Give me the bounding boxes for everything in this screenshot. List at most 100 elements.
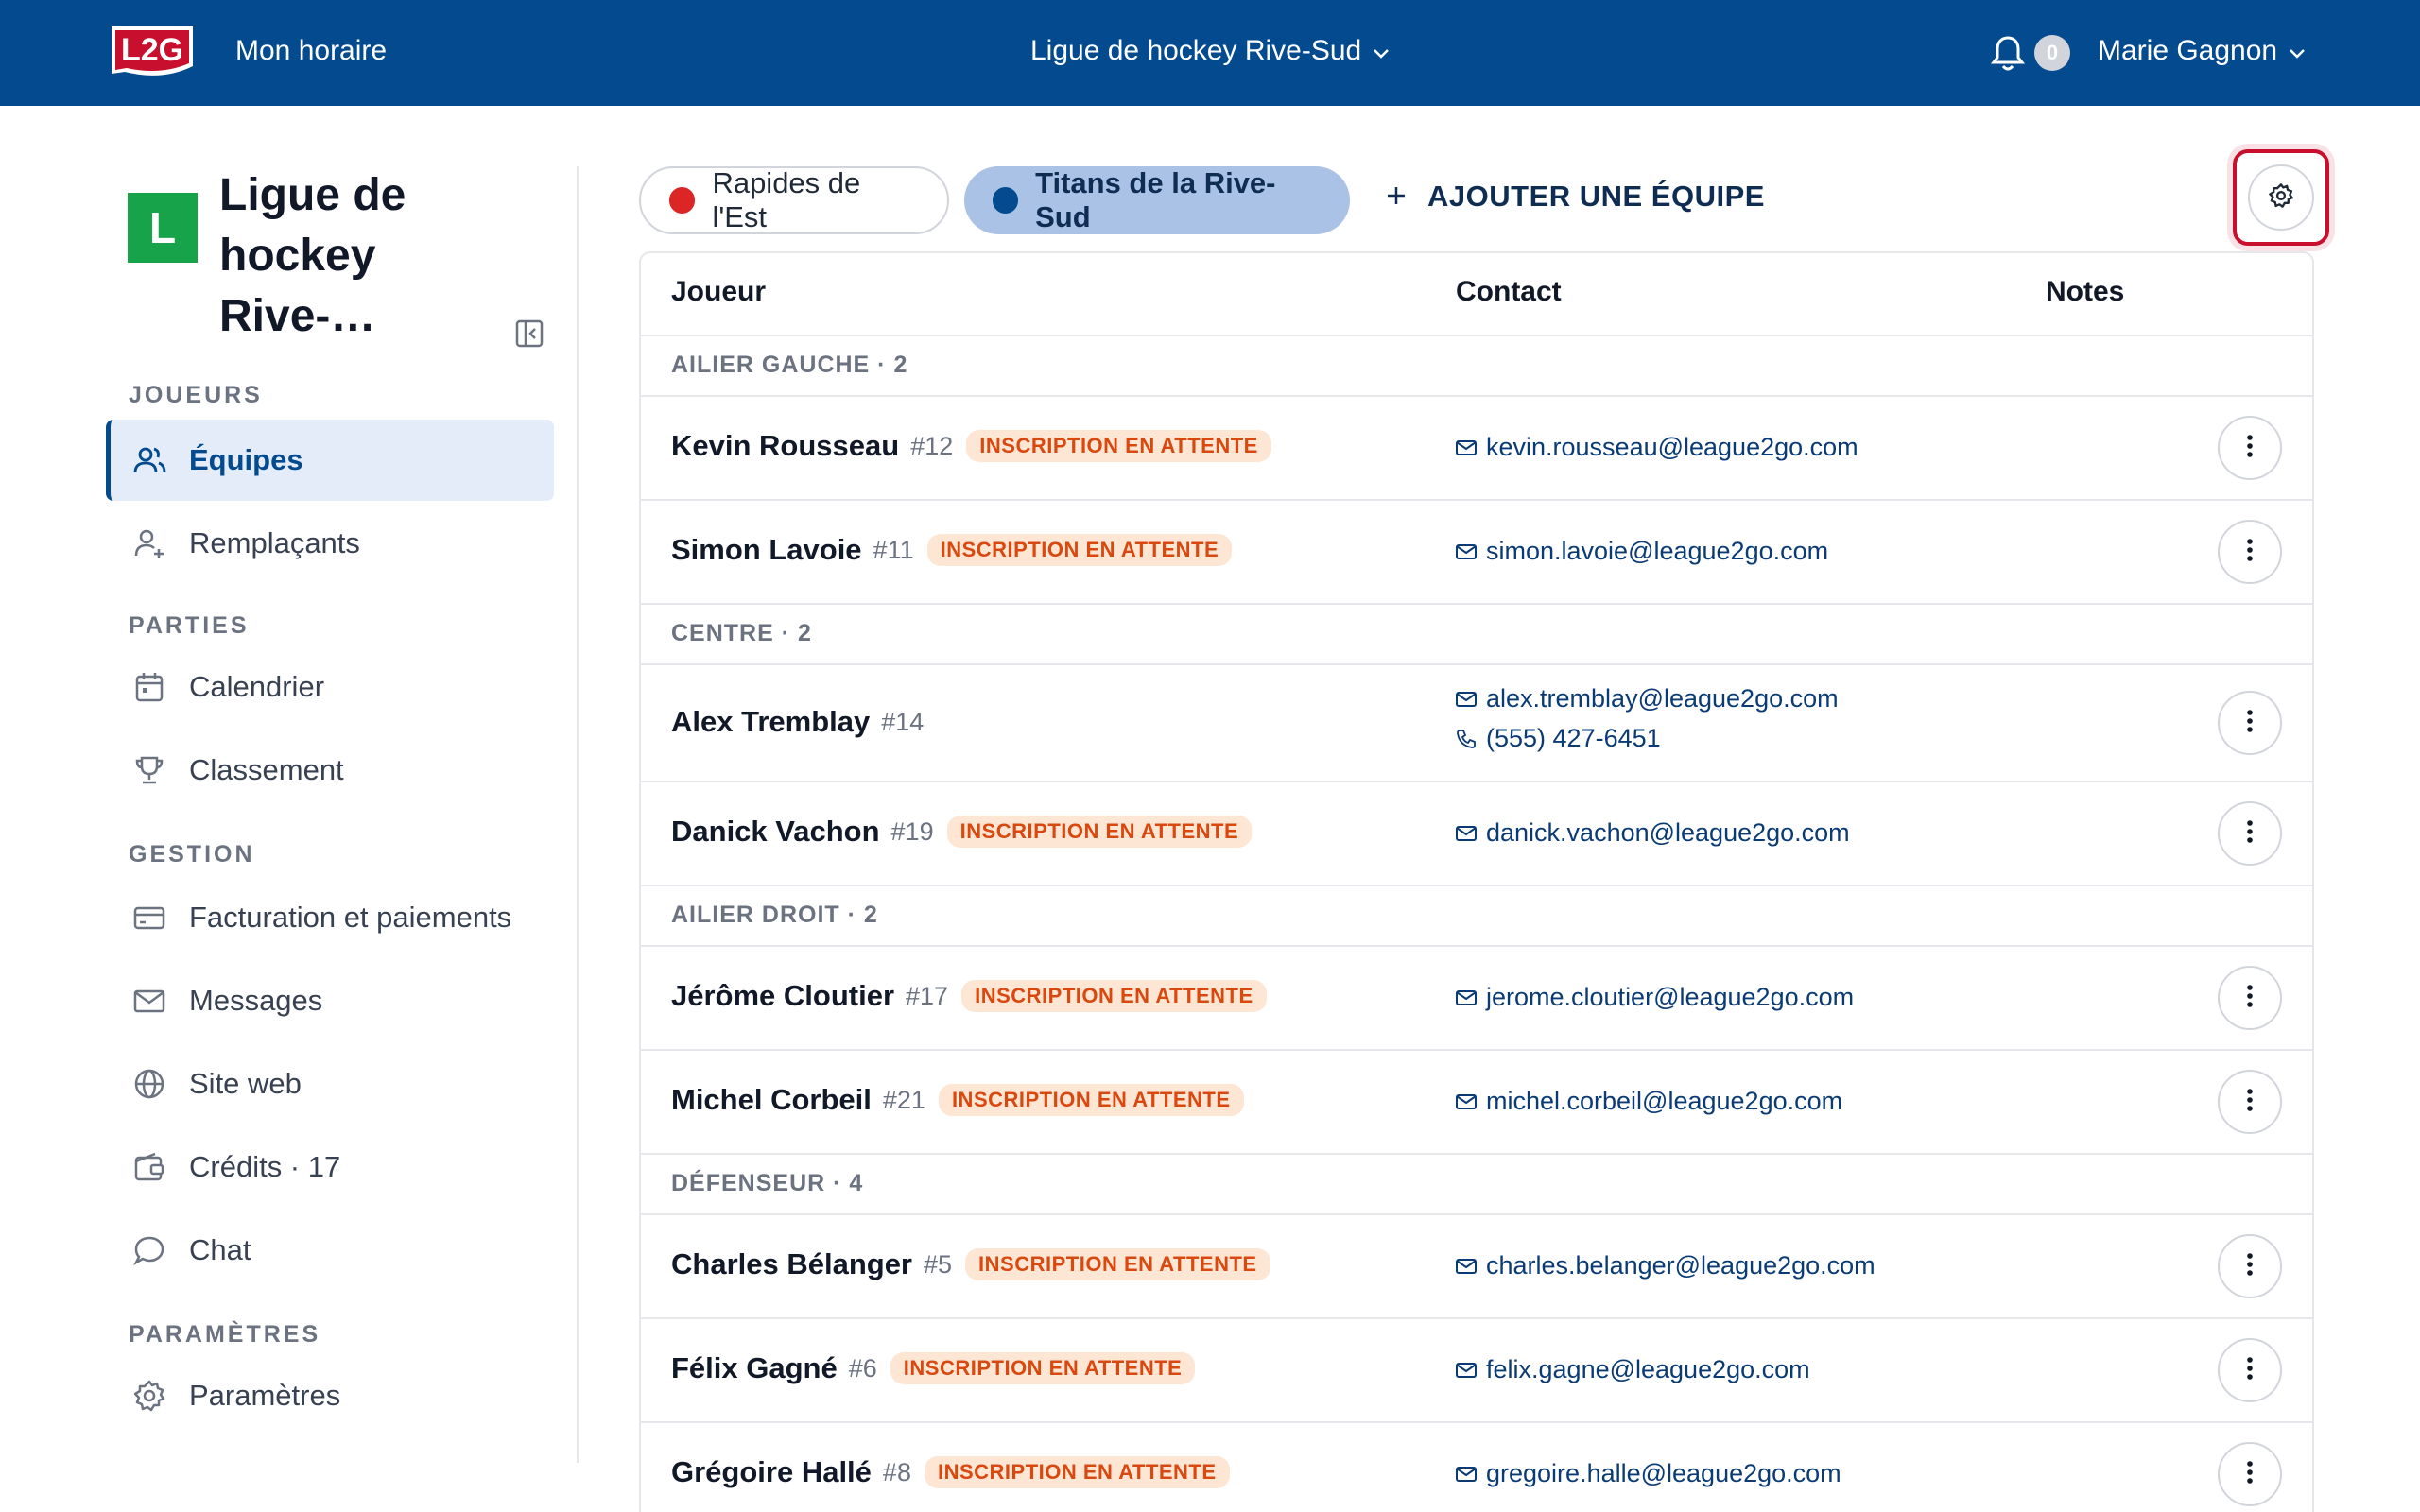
user-menu[interactable]: Marie Gagnon [2098, 32, 2306, 70]
sidebar-item-label: Paramètres [189, 1379, 341, 1412]
table-row[interactable]: Kevin Rousseau #12 INSCRIPTION EN ATTENT… [641, 397, 2312, 501]
player-name: Kevin Rousseau [671, 429, 900, 462]
email-link[interactable]: alex.tremblay@league2go.com [1456, 684, 1839, 713]
column-header-player: Joueur [671, 276, 767, 307]
email-link[interactable]: kevin.rousseau@league2go.com [1456, 433, 1858, 462]
tab-team-rapides[interactable]: Rapides de l'Est [639, 166, 949, 234]
email-link[interactable]: michel.corbeil@league2go.com [1456, 1087, 1842, 1116]
mail-icon [1456, 1256, 1477, 1277]
sidebar-item-settings[interactable]: Paramètres [106, 1355, 554, 1436]
collapse-sidebar-icon[interactable] [515, 319, 544, 348]
notification-count-badge: 0 [2034, 35, 2070, 71]
group-row-right-wing: AILIER DROIT · 2 [641, 886, 2312, 947]
add-team-button[interactable]: AJOUTER UNE ÉQUIPE [1386, 180, 1765, 214]
plus-icon [1386, 180, 1407, 214]
table-row[interactable]: Charles Bélanger #5 INSCRIPTION EN ATTEN… [641, 1215, 2312, 1319]
sidebar-item-teams[interactable]: Équipes [106, 420, 554, 501]
my-schedule-link[interactable]: Mon horaire [235, 32, 387, 70]
more-vertical-icon [2246, 434, 2254, 463]
status-badge: INSCRIPTION EN ATTENTE [965, 1248, 1270, 1280]
mail-icon [1456, 1360, 1477, 1381]
status-badge: INSCRIPTION EN ATTENTE [961, 980, 1267, 1012]
sidebar-item-billing[interactable]: Facturation et paiements [106, 877, 554, 958]
email-link[interactable]: gregoire.halle@league2go.com [1456, 1459, 1841, 1488]
league-selector[interactable]: Ligue de hockey Rive-Sud [1030, 32, 1390, 70]
table-row[interactable]: Grégoire Hallé #8 INSCRIPTION EN ATTENTE… [641, 1423, 2312, 1512]
sidebar-item-label: Facturation et paiements [189, 901, 512, 934]
row-actions-button[interactable] [2218, 966, 2282, 1030]
trophy-icon [130, 751, 168, 789]
gear-icon [2268, 182, 2294, 214]
more-vertical-icon [2246, 819, 2254, 849]
group-label: AILIER GAUCHE · 2 [671, 352, 908, 378]
mail-icon [1456, 823, 1477, 844]
email-link[interactable]: simon.lavoie@league2go.com [1456, 537, 1828, 566]
player-name: Félix Gagné [671, 1351, 838, 1384]
table-row[interactable]: Jérôme Cloutier #17 INSCRIPTION EN ATTEN… [641, 947, 2312, 1051]
team-color-dot [669, 187, 696, 214]
wallet-icon [130, 1148, 168, 1186]
more-vertical-icon [2246, 709, 2254, 738]
more-vertical-icon [2246, 1356, 2254, 1385]
more-vertical-icon [2246, 538, 2254, 567]
row-actions-button[interactable] [2218, 801, 2282, 866]
player-number: #14 [881, 707, 925, 736]
sidebar-item-label: Calendrier [189, 670, 325, 703]
sidebar-item-substitutes[interactable]: Remplaçants [106, 503, 554, 584]
sidebar-item-messages[interactable]: Messages [106, 960, 554, 1041]
mail-icon [1456, 438, 1477, 458]
league-selector-label: Ligue de hockey Rive-Sud [1030, 35, 1362, 66]
email-link[interactable]: charles.belanger@league2go.com [1456, 1251, 1876, 1280]
add-team-label: AJOUTER UNE ÉQUIPE [1427, 180, 1765, 213]
player-number: #12 [910, 431, 954, 460]
row-actions-button[interactable] [2218, 1234, 2282, 1298]
league2go-logo[interactable]: L2G [106, 19, 199, 83]
sidebar-item-label: Site web [189, 1067, 302, 1100]
sidebar-item-calendar[interactable]: Calendrier [106, 646, 554, 728]
player-number: #17 [906, 981, 949, 1010]
table-row[interactable]: Félix Gagné #6 INSCRIPTION EN ATTENTE fe… [641, 1319, 2312, 1423]
sidebar-item-standings[interactable]: Classement [106, 730, 554, 811]
row-actions-button[interactable] [2218, 691, 2282, 755]
phone-link[interactable]: (555) 427-6451 [1456, 724, 1661, 753]
player-name-cell: Simon Lavoie #11 INSCRIPTION EN ATTENTE [671, 533, 1233, 567]
email-text: gregoire.halle@league2go.com [1486, 1459, 1841, 1487]
status-badge: INSCRIPTION EN ATTENTE [966, 430, 1271, 462]
row-actions-button[interactable] [2218, 520, 2282, 584]
phone-icon [1456, 729, 1477, 749]
table-row[interactable]: Alex Tremblay #14 alex.tremblay@league2g… [641, 665, 2312, 782]
row-actions-button[interactable] [2218, 1338, 2282, 1402]
email-link[interactable]: jerome.cloutier@league2go.com [1456, 983, 1854, 1012]
email-text: kevin.rousseau@league2go.com [1486, 433, 1858, 461]
chevron-down-icon [1373, 32, 1390, 70]
row-actions-button[interactable] [2218, 416, 2282, 480]
player-name-cell: Danick Vachon #19 INSCRIPTION EN ATTENTE [671, 815, 1253, 849]
player-name-cell: Michel Corbeil #21 INSCRIPTION EN ATTENT… [671, 1083, 1244, 1117]
mail-icon [130, 982, 168, 1020]
email-link[interactable]: danick.vachon@league2go.com [1456, 818, 1850, 848]
users-icon [130, 441, 168, 479]
column-header-notes: Notes [2046, 276, 2125, 307]
row-actions-button[interactable] [2218, 1442, 2282, 1506]
table-row[interactable]: Michel Corbeil #21 INSCRIPTION EN ATTENT… [641, 1051, 2312, 1155]
table-row[interactable]: Simon Lavoie #11 INSCRIPTION EN ATTENTE … [641, 501, 2312, 605]
player-name-cell: Grégoire Hallé #8 INSCRIPTION EN ATTENTE [671, 1455, 1230, 1489]
player-number: #6 [848, 1353, 877, 1383]
group-row-left-wing: AILIER GAUCHE · 2 [641, 336, 2312, 397]
sidebar-item-credits[interactable]: Crédits · 17 [106, 1126, 554, 1208]
section-title-management: GESTION [129, 841, 255, 868]
email-link[interactable]: felix.gagne@league2go.com [1456, 1355, 1810, 1384]
calendar-icon [130, 668, 168, 706]
sidebar-item-chat[interactable]: Chat [106, 1210, 554, 1291]
mail-icon [1456, 988, 1477, 1008]
tab-team-titans[interactable]: Titans de la Rive-Sud [964, 166, 1350, 234]
row-actions-button[interactable] [2218, 1070, 2282, 1134]
email-text: michel.corbeil@league2go.com [1486, 1087, 1843, 1115]
team-settings-button[interactable] [2248, 164, 2314, 231]
section-title-players: JOUEURS [129, 382, 263, 408]
sidebar-item-website[interactable]: Site web [106, 1043, 554, 1125]
user-plus-icon [130, 524, 168, 562]
table-row[interactable]: Danick Vachon #19 INSCRIPTION EN ATTENTE… [641, 782, 2312, 886]
notification-bell-icon[interactable] [1990, 34, 2026, 72]
sidebar-item-label: Classement [189, 753, 344, 786]
